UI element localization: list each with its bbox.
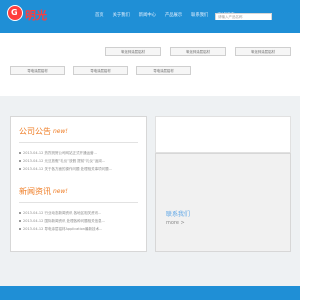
nav-item-products[interactable]: 产品展示 xyxy=(165,12,182,18)
nav-item-news[interactable]: 新闻中心 xyxy=(139,12,156,18)
right-top-panel xyxy=(155,116,291,153)
news-item-text: 2013-04-12 关于各方面的操作问题 处理相关事项问题... xyxy=(23,166,112,171)
company-news-list: 2013-04-12 热烈祝贺公司网站正式开通运营... 2013-04-12 … xyxy=(19,149,138,173)
news-item-text: 2013-04-12 行业动态新闻资讯 各地区相关资讯... xyxy=(23,210,102,215)
hero-tag-1[interactable]: 氧化锌涂层铝材 xyxy=(105,47,161,56)
bullet-icon xyxy=(19,168,21,170)
nav-item-contact[interactable]: 联系我们 xyxy=(191,12,208,18)
top-bar: G 明光 首页 关于我们 新闻中心 产品展示 联系我们 在线留言 xyxy=(0,0,300,33)
industry-news-title: 新闻资讯 xyxy=(19,187,51,196)
bullet-icon xyxy=(19,228,21,230)
industry-news-title-row: 新闻资讯 new! xyxy=(19,186,138,197)
hero-tag-4[interactable]: 导电涂层铝材 xyxy=(10,66,65,75)
contact-block: 联系我们 more > xyxy=(166,209,190,226)
contact-panel: 联系我们 more > xyxy=(155,153,291,252)
list-item[interactable]: 2013-04-12 关于各方面的操作问题 处理相关事项问题... xyxy=(19,165,138,173)
bullet-icon xyxy=(19,152,21,154)
divider xyxy=(19,202,138,203)
logo[interactable]: G 明光 xyxy=(7,5,52,23)
list-item[interactable]: 2013-04-12 热烈祝贺公司网站正式开通运营... xyxy=(19,149,138,157)
logo-glyph: G xyxy=(11,8,18,17)
logo-mark: G xyxy=(7,5,23,21)
brand-name: 明光 xyxy=(25,9,47,22)
news-item-text: 2013-04-12 元旦放假“礼仪”放假 提前“礼仪”返岗... xyxy=(23,158,106,163)
company-news-title: 公司公告 xyxy=(19,127,51,136)
list-item[interactable]: 2013-04-12 行业动态新闻资讯 各地区相关资讯... xyxy=(19,209,138,217)
nav-item-home[interactable]: 首页 xyxy=(95,12,104,18)
search-box xyxy=(215,13,272,20)
hero-tag-3[interactable]: 氧化锌涂层铝材 xyxy=(235,47,291,56)
industry-news-new-badge: new! xyxy=(53,188,68,195)
main-nav: 首页 关于我们 新闻中心 产品展示 联系我们 在线留言 xyxy=(95,12,235,18)
list-item[interactable]: 2013-04-12 国际新闻资讯 处理各种问题相关信息... xyxy=(19,217,138,225)
hero-area: 氧化锌涂层铝材 氧化锌涂层铝材 氧化锌涂层铝材 导电涂层铝材 导电涂层铝材 导电… xyxy=(0,33,300,90)
nav-item-about[interactable]: 关于我们 xyxy=(113,12,130,18)
more-link[interactable]: more > xyxy=(166,220,190,226)
contact-label[interactable]: 联系我们 xyxy=(166,209,190,218)
list-item[interactable]: 2013-04-12 导电涂层铝材Application最新技术... xyxy=(19,225,138,233)
news-item-text: 2013-04-12 国际新闻资讯 处理各种问题相关信息... xyxy=(23,218,105,223)
news-card: 公司公告 new! 2013-04-12 热烈祝贺公司网站正式开通运营... 2… xyxy=(10,116,147,252)
industry-news-list: 2013-04-12 行业动态新闻资讯 各地区相关资讯... 2013-04-1… xyxy=(19,209,138,233)
hero-tag-5[interactable]: 导电涂层铝材 xyxy=(73,66,128,75)
news-item-text: 2013-04-12 热烈祝贺公司网站正式开通运营... xyxy=(23,150,97,155)
news-item-text: 2013-04-12 导电涂层铝材Application最新技术... xyxy=(23,226,103,231)
hero-tag-6[interactable]: 导电涂层铝材 xyxy=(136,66,191,75)
list-item[interactable]: 2013-04-12 元旦放假“礼仪”放假 提前“礼仪”返岗... xyxy=(19,157,138,165)
company-news-title-row: 公司公告 new! xyxy=(19,126,138,137)
divider xyxy=(19,142,138,143)
search-input[interactable] xyxy=(216,14,271,20)
company-news-new-badge: new! xyxy=(53,128,68,135)
bullet-icon xyxy=(19,160,21,162)
hero-tag-2[interactable]: 氧化锌涂层铝材 xyxy=(170,47,226,56)
bullet-icon xyxy=(19,220,21,222)
bullet-icon xyxy=(19,212,21,214)
footer-bar xyxy=(0,286,300,300)
